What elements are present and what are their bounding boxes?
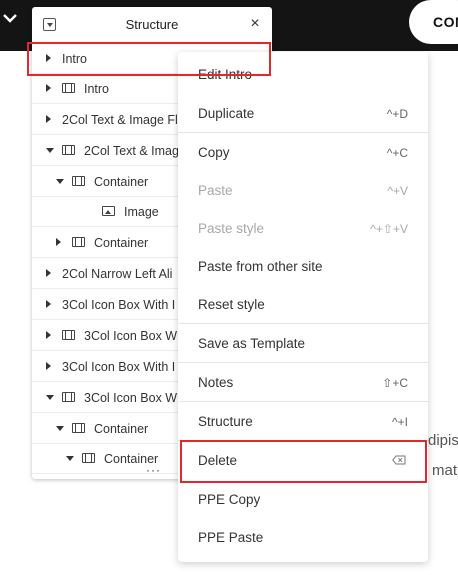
tree-row-label: 2Col Text & Image Fl: [62, 113, 178, 127]
section-icon: [72, 237, 85, 247]
collapsed-caret-icon[interactable]: [46, 362, 51, 370]
tree-row-label: 3Col Icon Box With I: [62, 360, 176, 374]
expanded-caret-icon[interactable]: [66, 456, 74, 461]
highlight-delete-item: [180, 440, 427, 483]
tree-row-label: Container: [94, 422, 149, 436]
section-icon: [82, 453, 95, 463]
menu-item-shortcut: ^+C: [386, 146, 408, 160]
menu-item-shortcut: ^+D: [386, 107, 408, 121]
menu-item-structure[interactable]: Structure ^+I: [178, 402, 428, 440]
tree-row-label: 3Col Icon Box W: [84, 391, 178, 405]
tree-row-label: Container: [94, 236, 149, 250]
menu-item-label: PPE Copy: [198, 492, 261, 507]
tree-row-label: 3Col Icon Box With I: [62, 298, 176, 312]
menu-item-label: Structure: [198, 414, 253, 429]
menu-item-label: Paste: [198, 183, 233, 198]
collapsed-caret-icon[interactable]: [46, 331, 51, 339]
collapsed-caret-icon[interactable]: [46, 300, 51, 308]
chevron-down-icon[interactable]: [2, 8, 24, 28]
highlight-intro-row: [27, 42, 271, 76]
more-icon[interactable]: ···: [146, 463, 161, 477]
menu-item-label: Save as Template: [198, 336, 306, 351]
menu-item-copy[interactable]: Copy ^+C: [178, 133, 428, 171]
menu-item-save-as-template[interactable]: Save as Template: [178, 324, 428, 362]
structure-panel-header: Structure ×: [32, 7, 272, 44]
menu-item-shortcut: ^+⇧+V: [370, 222, 408, 236]
section-icon: [72, 423, 85, 433]
expanded-caret-icon[interactable]: [56, 179, 64, 184]
menu-item-shortcut: ⇧+C: [382, 376, 408, 390]
menu-item-paste: Paste ^+V: [178, 171, 428, 209]
menu-item-label: Paste style: [198, 221, 265, 236]
menu-item-label: PPE Paste: [198, 530, 264, 545]
tree-row-label: 3Col Icon Box W: [84, 329, 178, 343]
close-icon[interactable]: ×: [247, 15, 263, 33]
menu-item-label: Duplicate: [198, 106, 255, 121]
tree-row-label: 2Col Text & Imag: [84, 144, 179, 158]
menu-item-label: Paste from other site: [198, 259, 323, 274]
tree-row-label: 2Col Narrow Left Ali: [62, 267, 173, 281]
section-icon: [62, 392, 75, 402]
page-text-fragment: mat: [432, 462, 458, 479]
collapsed-caret-icon[interactable]: [46, 115, 51, 123]
expanded-caret-icon[interactable]: [46, 395, 54, 400]
menu-item-notes[interactable]: Notes ⇧+C: [178, 363, 428, 401]
expanded-caret-icon[interactable]: [46, 148, 54, 153]
section-icon: [62, 330, 75, 340]
expanded-caret-icon[interactable]: [56, 426, 64, 431]
page-text-fragment: dipis: [428, 432, 458, 449]
image-widget-icon: [102, 206, 115, 216]
context-menu: Edit Intro Duplicate ^+D Copy ^+C Paste ^+V Pas…: [178, 52, 428, 562]
menu-item-paste-style: Paste style ^+⇧+V: [178, 209, 428, 247]
section-icon: [72, 176, 85, 186]
menu-item-duplicate[interactable]: Duplicate ^+D: [178, 94, 428, 132]
collapsed-caret-icon[interactable]: [56, 238, 61, 246]
menu-item-shortcut: ^+I: [392, 415, 408, 429]
menu-item-label: Notes: [198, 375, 234, 390]
menu-item-reset-style[interactable]: Reset style: [178, 285, 428, 323]
menu-item-ppe-copy[interactable]: PPE Copy: [178, 480, 428, 518]
section-icon: [62, 83, 75, 93]
collapsed-caret-icon[interactable]: [46, 84, 51, 92]
menu-item-label: Reset style: [198, 297, 265, 312]
section-icon: [62, 145, 75, 155]
connect-button[interactable]: CON: [409, 0, 458, 44]
menu-item-paste-from-other-site[interactable]: Paste from other site: [178, 247, 428, 285]
menu-item-ppe-paste[interactable]: PPE Paste: [178, 518, 428, 556]
tree-row-label: Image: [124, 205, 159, 219]
menu-item-shortcut: ^+V: [387, 184, 408, 198]
collapsed-caret-icon[interactable]: [46, 269, 51, 277]
tree-row-label: Container: [94, 175, 149, 189]
structure-panel-title: Structure: [125, 17, 179, 32]
tree-row-label: Intro: [84, 82, 110, 96]
menu-item-label: Copy: [198, 145, 230, 160]
